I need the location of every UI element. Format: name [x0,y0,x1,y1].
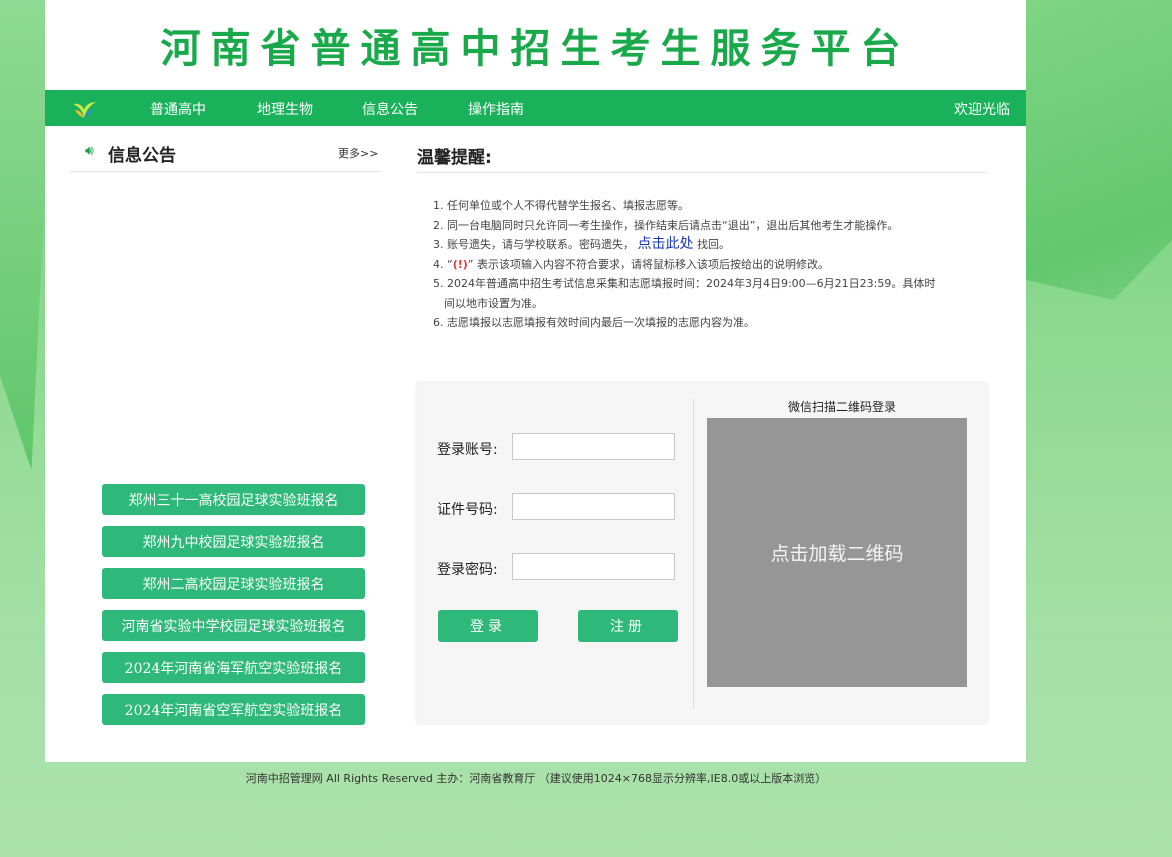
recover-password-link[interactable]: 点击此处 [638,236,694,252]
footer-text: 河南中招管理网 All Rights Reserved 主办：河南省教育厅 （建… [245,772,827,785]
main-navbar: 普通高中 地理生物 信息公告 操作指南 欢迎光临 [45,90,1026,126]
registration-button-airforce-aviation[interactable]: 2024年河南省空军航空实验班报名 [102,694,365,725]
registration-button-zz2[interactable]: 郑州二高校园足球实验班报名 [102,568,365,599]
background-decoration-left [0,0,45,470]
registration-button-zz31[interactable]: 郑州三十一高校园足球实验班报名 [102,484,365,515]
nav-item-geography-biology[interactable]: 地理生物 [257,99,313,119]
page-container: 河南省普通高中招生考生服务平台 普通高中 地理生物 信息公告 操作指南 欢迎光临… [45,0,1026,762]
password-label: 登录密码: [437,562,498,578]
welcome-text: 欢迎光临 [954,102,1010,118]
nav-item-general-high-school[interactable]: 普通高中 [150,99,206,119]
notice-header: 🔊︎ 信息公告 更多>> [70,138,380,172]
notice-title: 信息公告 [108,146,176,166]
registration-button-zz9[interactable]: 郑州九中校园足球实验班报名 [102,526,365,557]
register-button[interactable]: 注册 [578,610,678,642]
registration-button-navy-aviation[interactable]: 2024年河南省海军航空实验班报名 [102,652,365,683]
left-column: 🔊︎ 信息公告 更多>> [70,138,380,172]
nav-item-announcements[interactable]: 信息公告 [362,99,418,119]
tip-item: 4. “(!)” 表示该项输入内容不符合要求，请将鼠标移入该项后按给出的说明修改… [433,257,829,271]
registration-button-henan-experimental[interactable]: 河南省实验中学校园足球实验班报名 [102,610,365,641]
tips-header: 温馨提醒: [417,138,987,173]
sprout-logo-icon [73,102,96,118]
tips-list: 1. 任何单位或个人不得代替学生报名、填报志愿等。 2. 同一台电脑同时只允许同… [433,196,993,333]
tip-item-continuation: 间以地市设置为准。 [444,296,543,310]
tip-item: 5. 2024年普通高中招生考试信息采集和志愿填报时间：2024年3月4日9:0… [433,277,936,290]
tip-item: 2. 同一台电脑同时只允许同一考生操作，操作结束后请点击“退出”，退出后其他考生… [433,218,899,232]
id-number-input[interactable] [512,493,675,520]
site-title: 河南省普通高中招生考生服务平台 [160,26,911,72]
tip-item: 1. 任何单位或个人不得代替学生报名、填报志愿等。 [433,199,689,212]
account-input[interactable] [512,433,675,460]
warning-icon: (!) [452,257,468,271]
qr-code-area[interactable]: 点击加载二维码 [707,418,967,687]
tip-item: 6. 志愿填报以志愿填报有效时间内最后一次填报的志愿内容为准。 [433,316,755,329]
password-input[interactable] [512,553,675,580]
account-label: 登录账号: [437,442,498,458]
background-decoration-right [1026,0,1172,300]
speaker-icon: 🔊︎ [85,143,94,159]
notice-more-link[interactable]: 更多>> [338,145,378,161]
nav-item-guide[interactable]: 操作指南 [468,99,524,119]
tips-title: 温馨提醒: [417,148,492,168]
qr-login-title: 微信扫描二维码登录 [787,400,896,414]
login-divider [693,399,694,709]
login-button[interactable]: 登录 [438,610,538,642]
login-panel: 登录账号: 证件号码: 登录密码: 登录 注册 微信扫描二维码登录 点击加载二维… [417,383,987,723]
tip-item: 3. 账号遗失，请与学校联系。密码遗失， 点击此处 找回。 [433,236,730,252]
id-number-label: 证件号码: [437,502,498,518]
